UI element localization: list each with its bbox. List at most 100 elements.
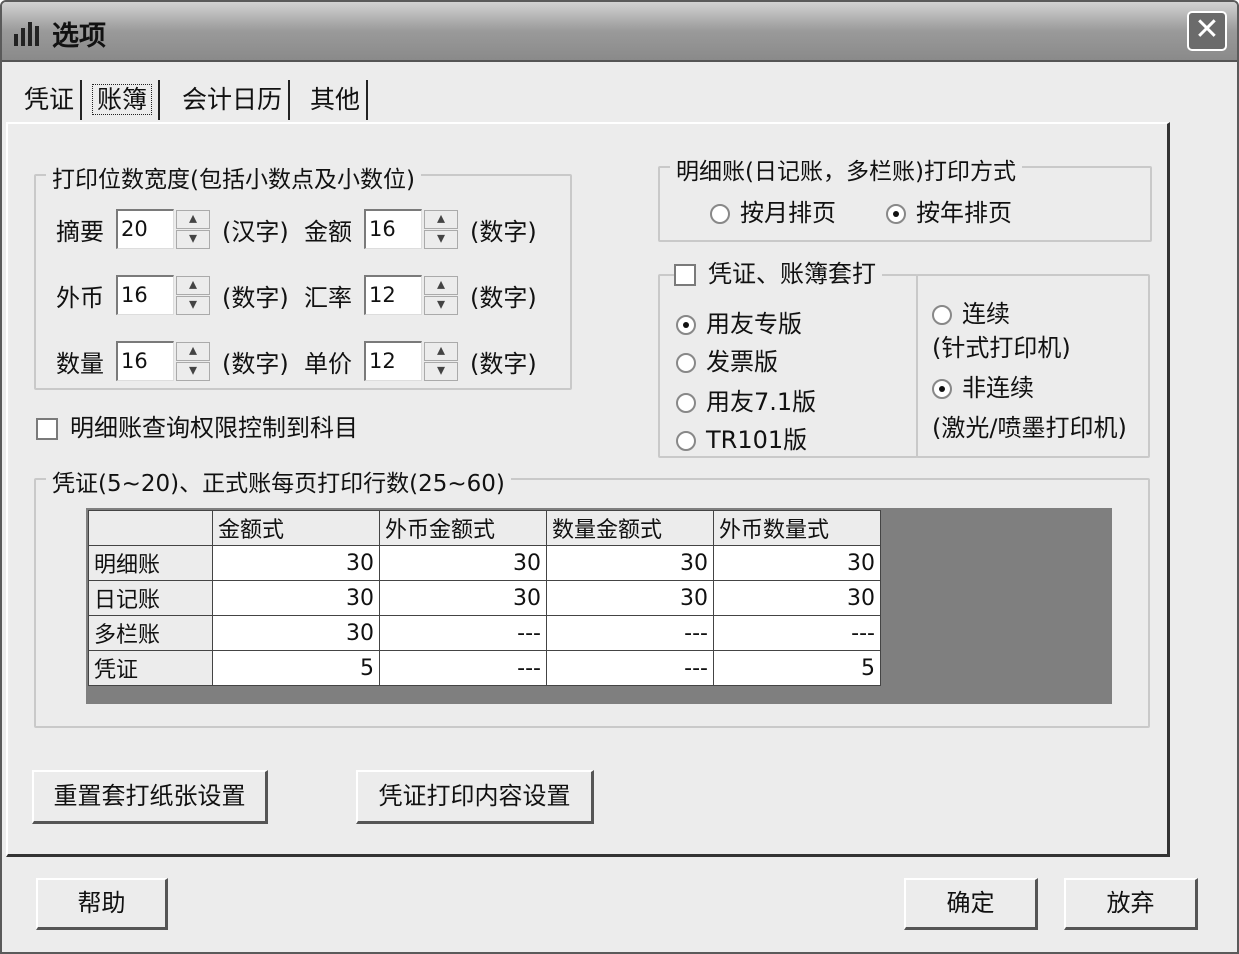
rate-unit: (数字) [470, 284, 537, 312]
row-header: 凭证 [88, 650, 213, 686]
table-row: 多栏账 30 --- --- --- [88, 615, 881, 651]
tab-ledger[interactable]: 账簿 [92, 80, 161, 120]
radio-yonyou71[interactable]: 用友7.1版 [676, 386, 816, 418]
table-cell[interactable]: 30 [546, 545, 714, 581]
row-header: 明细账 [88, 545, 213, 581]
radio-circle-icon [676, 431, 696, 451]
spin-up-icon[interactable]: ▴ [176, 276, 210, 295]
row-header: 日记账 [88, 580, 213, 616]
checkbox-icon [674, 264, 696, 286]
voucher-print-content-button[interactable]: 凭证打印内容设置 [356, 770, 594, 824]
table-cell[interactable]: --- [379, 650, 547, 686]
price-unit: (数字) [470, 350, 537, 378]
qty-width-stepper[interactable]: 16 ▴ ▾ [116, 341, 212, 381]
spin-up-icon[interactable]: ▴ [176, 342, 210, 361]
price-width-stepper[interactable]: 12 ▴ ▾ [364, 341, 460, 381]
radio-circle-icon [932, 305, 952, 325]
foreign-width-input[interactable]: 16 [116, 275, 174, 315]
radio-yonyou[interactable]: 用友专版 [676, 308, 802, 340]
spin-up-icon[interactable]: ▴ [176, 210, 210, 229]
row-header: 多栏账 [88, 615, 213, 651]
app-icon [12, 20, 42, 46]
rate-label: 汇率 [304, 284, 352, 312]
radio-tr101[interactable]: TR101版 [676, 424, 807, 456]
column-header: 金额式 [212, 510, 380, 546]
radio-selected-icon [676, 315, 696, 335]
rate-width-input[interactable]: 12 [364, 275, 422, 315]
amount-width-input[interactable]: 16 [364, 209, 422, 249]
summary-label: 摘要 [56, 218, 104, 246]
lines-per-page-legend: 凭证(5~20)、正式账每页打印行数(25~60) [46, 464, 511, 498]
spin-down-icon[interactable]: ▾ [424, 362, 458, 381]
radio-noncontinuous[interactable]: 非连续 [932, 372, 1034, 404]
tab-calendar[interactable]: 会计日历 [182, 80, 291, 120]
qty-label: 数量 [56, 350, 104, 378]
tab-voucher[interactable]: 凭证 [24, 80, 83, 120]
amount-width-stepper[interactable]: 16 ▴ ▾ [364, 209, 460, 249]
table-cell[interactable]: --- [546, 650, 714, 686]
title-bar[interactable]: 选项 ✕ [2, 2, 1237, 62]
table-cell[interactable]: 5 [212, 650, 380, 686]
radio-circle-icon [676, 353, 696, 373]
table-row: 凭证 5 --- --- 5 [88, 650, 881, 686]
window-title: 选项 [52, 21, 106, 52]
spin-down-icon[interactable]: ▾ [424, 230, 458, 249]
cancel-button[interactable]: 放弃 [1064, 878, 1198, 930]
table-row: 日记账 30 30 30 30 [88, 580, 881, 616]
help-button[interactable]: 帮助 [36, 878, 168, 930]
radio-circle-icon [710, 204, 730, 224]
column-header: 外币数量式 [713, 510, 881, 546]
radio-continuous[interactable]: 连续 [932, 298, 1010, 330]
print-width-legend: 打印位数宽度(包括小数点及小数位) [46, 160, 421, 194]
table-corner-cell [88, 510, 213, 546]
table-cell[interactable]: --- [546, 615, 714, 651]
spin-down-icon[interactable]: ▾ [176, 230, 210, 249]
qty-width-input[interactable]: 16 [116, 341, 174, 381]
table-cell[interactable]: 30 [546, 580, 714, 616]
table-cell[interactable]: 30 [212, 615, 380, 651]
lines-per-page-table: 金额式 外币金额式 数量金额式 外币数量式 明细账 30 30 30 30 日记… [88, 510, 881, 686]
radio-by-year[interactable]: 按年排页 [886, 197, 1012, 229]
column-header: 外币金额式 [379, 510, 547, 546]
spin-up-icon[interactable]: ▴ [424, 276, 458, 295]
table-cell[interactable]: 30 [379, 545, 547, 581]
table-cell[interactable]: 30 [212, 580, 380, 616]
overprint-checkbox[interactable]: 凭证、账簿套打 [674, 258, 882, 290]
table-cell[interactable]: 30 [713, 545, 881, 581]
spin-down-icon[interactable]: ▾ [424, 296, 458, 315]
spin-down-icon[interactable]: ▾ [176, 362, 210, 381]
radio-selected-icon [932, 379, 952, 399]
spin-up-icon[interactable]: ▴ [424, 210, 458, 229]
qty-unit: (数字) [222, 350, 289, 378]
permission-checkbox[interactable]: 明细账查询权限控制到科目 [36, 412, 358, 444]
foreign-width-stepper[interactable]: 16 ▴ ▾ [116, 275, 212, 315]
rate-width-stepper[interactable]: 12 ▴ ▾ [364, 275, 460, 315]
noncontinuous-note: (激光/喷墨打印机) [932, 414, 1127, 442]
detail-print-legend: 明细账(日记账，多栏账)打印方式 [670, 152, 1022, 186]
table-cell[interactable]: 30 [212, 545, 380, 581]
spin-down-icon[interactable]: ▾ [176, 296, 210, 315]
table-cell[interactable]: 5 [713, 650, 881, 686]
close-icon: ✕ [1194, 12, 1220, 47]
options-dialog: 选项 ✕ 凭证 账簿 会计日历 其他 打印位数宽度(包括小数点及小数位) 摘要 … [0, 0, 1239, 954]
radio-by-month[interactable]: 按月排页 [710, 197, 836, 229]
table-cell[interactable]: 30 [713, 580, 881, 616]
summary-width-input[interactable]: 20 [116, 209, 174, 249]
table-cell[interactable]: 30 [379, 580, 547, 616]
table-cell[interactable]: --- [713, 615, 881, 651]
table-header-row: 金额式 外币金额式 数量金额式 外币数量式 [88, 510, 881, 546]
radio-invoice[interactable]: 发票版 [676, 346, 778, 378]
ok-button[interactable]: 确定 [904, 878, 1038, 930]
reset-overprint-button[interactable]: 重置套打纸张设置 [32, 770, 268, 824]
price-width-input[interactable]: 12 [364, 341, 422, 381]
foreign-unit: (数字) [222, 284, 289, 312]
summary-unit: (汉字) [222, 218, 289, 246]
close-button[interactable]: ✕ [1187, 11, 1227, 51]
summary-width-stepper[interactable]: 20 ▴ ▾ [116, 209, 212, 249]
tab-other[interactable]: 其他 [310, 80, 369, 120]
radio-selected-icon [886, 204, 906, 224]
table-row: 明细账 30 30 30 30 [88, 545, 881, 581]
table-cell[interactable]: --- [379, 615, 547, 651]
foreign-label: 外币 [56, 284, 104, 312]
spin-up-icon[interactable]: ▴ [424, 342, 458, 361]
